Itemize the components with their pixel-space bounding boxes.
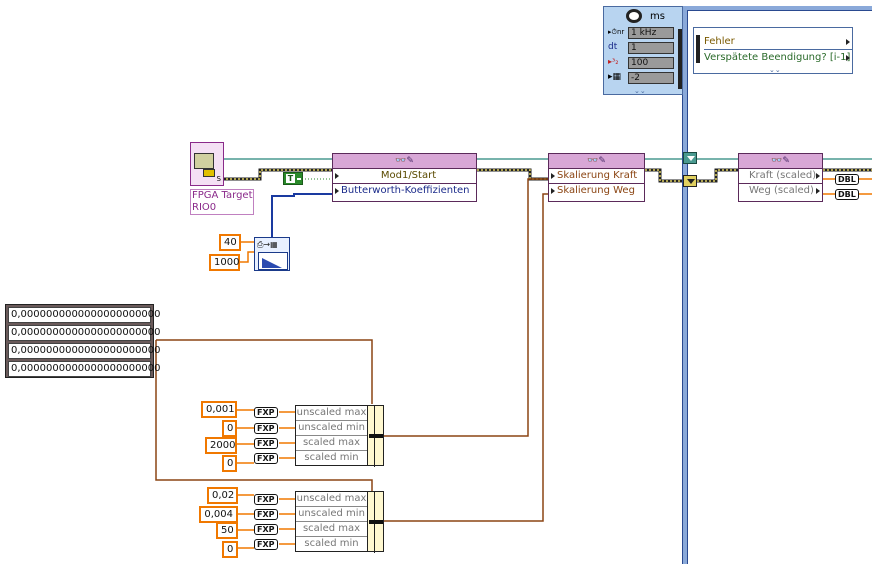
bundle-2-terminal[interactable] bbox=[367, 491, 384, 553]
property-node-1: Mod1/Start Butterworth-Koeffizienten bbox=[332, 169, 477, 202]
force-scaled-row[interactable]: Kraft (scaled) bbox=[739, 169, 822, 184]
scale-distance-row[interactable]: Skalierung Weg bbox=[549, 184, 644, 199]
bundle2-scaled-max[interactable]: scaled max bbox=[296, 522, 367, 537]
distance-scaled-row[interactable]: Weg (scaled) bbox=[739, 184, 822, 199]
fpga-target-icon[interactable]: S bbox=[190, 142, 224, 186]
property-node-2: Skalierung Kraft Skalierung Weg bbox=[548, 169, 645, 202]
error-label: Fehler bbox=[704, 36, 735, 47]
output-arrow-icon bbox=[846, 55, 850, 61]
bundle2-unscaled-min-const[interactable]: 0,004 bbox=[199, 506, 238, 523]
property-node-2-header[interactable]: 👓✎ bbox=[548, 153, 645, 169]
wires-layer bbox=[155, 6, 872, 564]
timing-unit: ms bbox=[650, 11, 665, 22]
timing-dt-value[interactable]: 1 bbox=[628, 42, 674, 54]
timed-loop-input-node: ms ▸⏱nr 1 kHz dt 1 ▸³₂ 100 ▸▦ -2 ⌄⌄ bbox=[603, 6, 683, 95]
timing-source-value[interactable]: 1 kHz bbox=[628, 27, 674, 39]
bundle2-scaled-min-const[interactable]: 0 bbox=[222, 541, 238, 558]
chevron-down-icon[interactable]: ⌄⌄ bbox=[769, 66, 781, 74]
dbl-convert-force[interactable]: DBL bbox=[835, 174, 859, 185]
fxp-convert[interactable]: FXP bbox=[254, 407, 278, 418]
error-row[interactable]: Fehler bbox=[704, 35, 852, 50]
timing-row-processor[interactable]: ▸▦ -2 bbox=[606, 71, 676, 86]
error-output-node: Fehler Verspätete Beendigung? [i-1] ⌄⌄ bbox=[693, 27, 853, 74]
clock-icon bbox=[626, 9, 642, 23]
late-finish-row[interactable]: Verspätete Beendigung? [i-1] bbox=[704, 51, 852, 66]
true-constant-label: T bbox=[286, 174, 295, 183]
butterworth-filter-icon[interactable]: ⎙→▦ bbox=[254, 237, 290, 271]
fxp-convert[interactable]: FXP bbox=[254, 509, 278, 520]
bundle1-unscaled-min-const[interactable]: 0 bbox=[222, 420, 237, 437]
timing-processor-value[interactable]: -2 bbox=[628, 72, 674, 84]
fxp-convert[interactable]: FXP bbox=[254, 423, 278, 434]
property-node-3-header[interactable]: 👓✎ bbox=[738, 153, 823, 169]
clock-source-icon: ▸⏱nr bbox=[608, 28, 625, 36]
bundle1-scaled-max-const[interactable]: 2000 bbox=[205, 437, 237, 454]
bundle2-unscaled-max[interactable]: unscaled max bbox=[296, 492, 367, 507]
array-element[interactable]: 0,0000000000000000000000 bbox=[8, 343, 161, 359]
shift-register-error[interactable] bbox=[683, 175, 697, 187]
bundle2-unscaled-max-const[interactable]: 0,02 bbox=[207, 487, 238, 504]
fpga-target-label: FPGA Target RIO0 bbox=[190, 189, 254, 215]
timing-offset-value[interactable]: 100 bbox=[628, 57, 674, 69]
dbl-convert-distance[interactable]: DBL bbox=[835, 189, 859, 200]
bundle-by-name-2[interactable]: unscaled max unscaled min scaled max sca… bbox=[295, 491, 368, 552]
filter-order-const[interactable]: 40 bbox=[219, 234, 241, 251]
scale-force-row[interactable]: Skalierung Kraft bbox=[549, 169, 644, 184]
bundle1-unscaled-min[interactable]: unscaled min bbox=[296, 421, 367, 436]
timing-row-dt[interactable]: dt 1 bbox=[606, 41, 676, 56]
loop-tunnel-top[interactable] bbox=[683, 152, 697, 164]
chevron-down-icon[interactable]: ⌄⌄ bbox=[634, 87, 646, 95]
coefficient-array[interactable]: 0,0000000000000000000000 0,0000000000000… bbox=[5, 304, 161, 378]
bundle1-unscaled-max-const[interactable]: 0,001 bbox=[201, 401, 237, 418]
glasses-icon: 👓✎ bbox=[771, 156, 790, 166]
bundle1-unscaled-max[interactable]: unscaled max bbox=[296, 406, 367, 421]
array-element[interactable]: 0,0000000000000000000000 bbox=[8, 361, 161, 377]
fxp-convert[interactable]: FXP bbox=[254, 539, 278, 550]
glasses-icon: 👓✎ bbox=[395, 156, 414, 166]
filter-freq-const[interactable]: 1000 bbox=[209, 254, 240, 271]
bundle1-scaled-min-const[interactable]: 0 bbox=[222, 455, 237, 472]
bundle2-scaled-max-const[interactable]: 50 bbox=[216, 522, 238, 539]
bundle-by-name-1[interactable]: unscaled max unscaled min scaled max sca… bbox=[295, 405, 368, 466]
fxp-convert[interactable]: FXP bbox=[254, 494, 278, 505]
offset-icon: ▸³₂ bbox=[608, 57, 619, 66]
fxp-convert[interactable]: FXP bbox=[254, 453, 278, 464]
glasses-icon: 👓✎ bbox=[587, 156, 606, 166]
timing-node-handle bbox=[678, 29, 682, 89]
bundle-1-terminal[interactable] bbox=[367, 405, 384, 467]
bundle1-scaled-max[interactable]: scaled max bbox=[296, 436, 367, 451]
late-finish-label: Verspätete Beendigung? [i-1] bbox=[704, 52, 851, 63]
output-arrow-icon bbox=[846, 39, 850, 45]
mod1-start-row[interactable]: Mod1/Start bbox=[333, 169, 476, 184]
property-node-1-header[interactable]: 👓✎ bbox=[332, 153, 477, 169]
true-constant[interactable]: T bbox=[283, 172, 303, 185]
property-node-3: Kraft (scaled) Weg (scaled) bbox=[738, 169, 823, 202]
array-element[interactable]: 0,0000000000000000000000 bbox=[8, 325, 161, 341]
array-element[interactable]: 0,0000000000000000000000 bbox=[8, 307, 161, 323]
bundle1-scaled-min[interactable]: scaled min bbox=[296, 451, 367, 466]
bundle2-unscaled-min[interactable]: unscaled min bbox=[296, 507, 367, 522]
timing-row-offset[interactable]: ▸³₂ 100 bbox=[606, 56, 676, 71]
timing-dt-label: dt bbox=[608, 42, 618, 52]
bundle2-scaled-min[interactable]: scaled min bbox=[296, 537, 367, 552]
fxp-convert[interactable]: FXP bbox=[254, 524, 278, 535]
fxp-convert[interactable]: FXP bbox=[254, 438, 278, 449]
chip-icon: ▸▦ bbox=[608, 72, 622, 82]
timing-row-source[interactable]: ▸⏱nr 1 kHz bbox=[606, 26, 676, 41]
butterworth-row[interactable]: Butterworth-Koeffizienten bbox=[333, 184, 476, 199]
